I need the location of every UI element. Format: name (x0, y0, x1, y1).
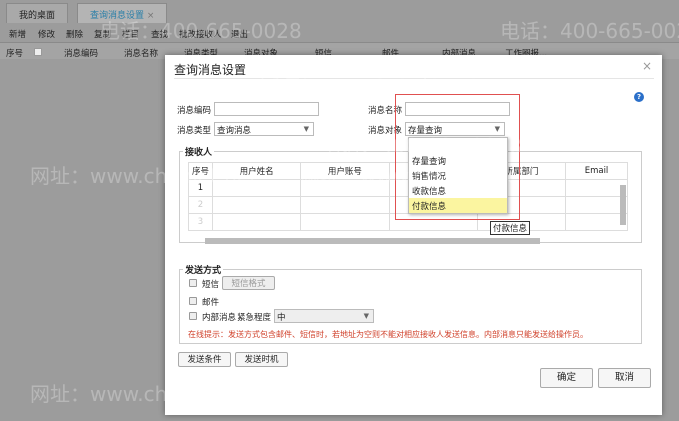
col-header: 用户姓名 (211, 162, 302, 180)
email-checkbox[interactable] (189, 297, 197, 305)
cancel-button[interactable]: 取消 (598, 368, 651, 388)
ok-button[interactable]: 确定 (540, 368, 593, 388)
chevron-down-icon: ▼ (363, 312, 369, 320)
send-timing-button[interactable]: 发送时机 (235, 352, 288, 367)
urgency-label: 紧急程度 (237, 313, 272, 323)
row-number: 1 (188, 179, 213, 197)
toolbar-edit[interactable]: 修改 (38, 28, 55, 40)
toolbar-delete[interactable]: 删除 (66, 28, 83, 40)
internal-message-checkbox[interactable] (189, 312, 197, 320)
internal-message-label: 内部消息 (202, 313, 237, 323)
col-header: Email (565, 162, 628, 180)
help-icon[interactable]: ? (634, 92, 644, 102)
hint-text: 在线提示：发送方式包含邮件、短信时，若地址为空则不能对相应接收人发送信息。内部消… (188, 330, 588, 339)
watermark: 电话：400-665-0028 (500, 19, 679, 43)
sms-format-button[interactable]: 短信格式 (222, 276, 275, 290)
toolbar-new[interactable]: 新增 (9, 28, 26, 40)
type-select[interactable]: 查询消息 ▼ (214, 122, 314, 136)
query-message-dialog: 查询消息设置 × ? 消息编码 消息名称 消息类型 查询消息 ▼ 消息对象 存量查… (165, 55, 662, 415)
sms-label: 短信 (202, 280, 220, 290)
toolbar-exit[interactable]: 退出 (231, 28, 248, 40)
horizontal-scrollbar[interactable] (205, 238, 540, 244)
urgency-value: 中 (277, 313, 286, 323)
divider (174, 78, 654, 79)
row-number: 2 (188, 196, 213, 214)
toolbar-batch-receiver[interactable]: 批改接收人 (179, 28, 222, 40)
type-label: 消息类型 (177, 126, 212, 136)
sms-checkbox[interactable] (189, 279, 197, 287)
tab-my-desktop[interactable]: 我的桌面 (6, 3, 69, 23)
col-header: 消息名称 (124, 49, 159, 59)
toolbar-columns[interactable]: 栏目 (122, 28, 139, 40)
vertical-scrollbar[interactable] (620, 185, 626, 225)
tooltip: 付款信息 (490, 221, 531, 235)
close-icon[interactable]: × (642, 59, 652, 73)
send-condition-button[interactable]: 发送条件 (178, 352, 231, 367)
tab-label: 查询消息设置 (90, 11, 145, 21)
toolbar-find[interactable]: 查找 (151, 28, 168, 40)
close-icon[interactable]: × (147, 11, 155, 21)
tab-query-message-settings[interactable]: 查询消息设置 × (77, 3, 168, 23)
toolbar-copy[interactable]: 复制 (94, 28, 111, 40)
col-header: 序号 (188, 162, 213, 180)
highlight-rectangle (395, 94, 520, 220)
code-label: 消息编码 (177, 106, 212, 116)
urgency-select[interactable]: 中 ▼ (274, 309, 374, 323)
email-label: 邮件 (202, 298, 220, 308)
send-method-legend: 发送方式 (183, 263, 224, 276)
select-all-checkbox[interactable] (34, 48, 42, 56)
dialog-title: 查询消息设置 (174, 63, 247, 77)
tab-label: 我的桌面 (19, 11, 56, 21)
row-number: 3 (188, 213, 213, 231)
receivers-legend: 接收人 (183, 145, 215, 158)
code-input[interactable] (214, 102, 319, 116)
col-header: 消息编码 (64, 49, 99, 59)
chevron-down-icon: ▼ (303, 125, 309, 133)
col-header: 序号 (6, 49, 24, 59)
col-header: 用户账号 (300, 162, 390, 180)
type-value: 查询消息 (217, 126, 252, 136)
